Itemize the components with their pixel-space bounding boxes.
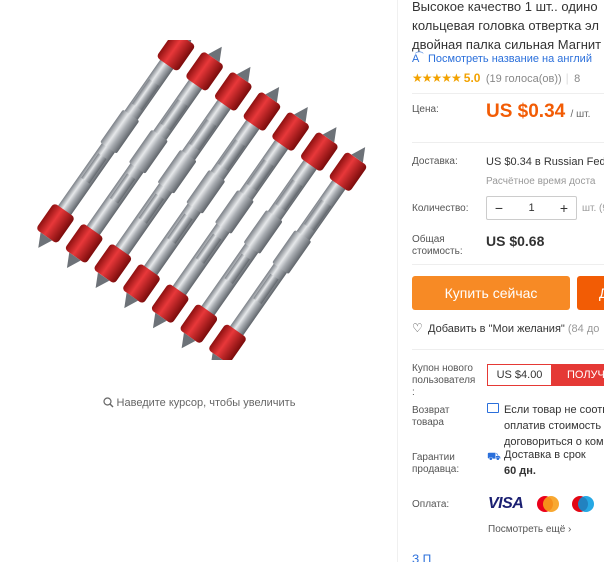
divider bbox=[412, 93, 604, 94]
shipping-value[interactable]: US $0.34 в Russian Fed bbox=[486, 156, 604, 168]
maestro-logo bbox=[572, 496, 594, 512]
return-label-line: Возврат bbox=[412, 405, 450, 416]
product-detail-pane: Высокое качество 1 шт.. одино кольцевая … bbox=[412, 0, 604, 562]
cutoff-section-text: З П bbox=[412, 552, 432, 562]
title-line: кольцевая головка отвертка эл bbox=[412, 18, 599, 33]
zoom-hint-text: Наведите курсор, чтобы увеличить bbox=[116, 397, 296, 409]
title-line: Высокое качество 1 шт.. одино bbox=[412, 0, 598, 14]
get-coupon-button[interactable]: ПОЛУЧ bbox=[551, 364, 604, 386]
rating-row: ★★★★★ 5.0 (19 голоса(ов)) | 8 bbox=[412, 71, 580, 85]
guarantee-label: Гарантии продавца: bbox=[412, 452, 482, 476]
return-label-line: товара bbox=[412, 417, 444, 428]
return-policy-text: Если товар не соотв оплатив стоимость с … bbox=[504, 402, 604, 450]
return-policy-line: Если товар не соотв bbox=[504, 404, 604, 416]
total-value: US $0.68 bbox=[486, 233, 545, 249]
divider bbox=[412, 142, 604, 143]
total-label-line: Общая bbox=[412, 234, 445, 245]
quantity-unit: шт. (9 bbox=[582, 203, 604, 214]
star-rating-icons: ★★★★★ bbox=[412, 71, 462, 85]
delivery-guarantee-icon: ⛟ bbox=[487, 451, 501, 463]
return-label: Возврат товара bbox=[412, 405, 482, 429]
heart-icon: ♡ bbox=[412, 321, 423, 335]
guarantee-label-line: Гарантии bbox=[412, 452, 455, 463]
translate-title-link[interactable]: A͡ Посмотреть название на англий bbox=[412, 53, 592, 65]
coupon-label-line: пользователя bbox=[412, 375, 476, 386]
shipping-estimate: Расчётное время доста bbox=[486, 176, 596, 187]
divider bbox=[412, 349, 604, 350]
quantity-increase-button[interactable]: + bbox=[552, 197, 576, 219]
magnifier-icon bbox=[102, 397, 114, 411]
coupon-amount: US $4.00 bbox=[487, 364, 551, 386]
payment-label: Оплата: bbox=[412, 499, 450, 510]
rating-votes-link[interactable]: (19 голоса(ов)) bbox=[486, 73, 562, 85]
orders-count: 8 bbox=[574, 73, 581, 85]
quantity-label: Количество: bbox=[412, 203, 469, 214]
pane-divider bbox=[397, 0, 398, 562]
divider bbox=[412, 264, 604, 265]
product-image[interactable] bbox=[0, 40, 398, 360]
shipping-price: US $0.34 bbox=[486, 156, 532, 168]
buy-now-button[interactable]: Купить сейчас bbox=[412, 276, 570, 310]
rating-separator: | bbox=[565, 71, 569, 85]
add-to-wishlist-link[interactable]: ♡ Добавить в "Мои желания" (84 до bbox=[412, 321, 599, 335]
title-line: двойная палка сильная Магнит bbox=[412, 37, 602, 52]
price-label: Цена: bbox=[412, 104, 439, 115]
rating-score: 5.0 bbox=[463, 71, 481, 85]
shipping-destination: в Russian Fed bbox=[531, 156, 604, 168]
translate-link-text: Посмотреть название на англий bbox=[428, 53, 592, 65]
price-amount: US $0.34 bbox=[486, 101, 566, 122]
coupon-label-line: Купон нового bbox=[412, 363, 473, 374]
guarantee-text: Доставка в срок bbox=[504, 449, 586, 461]
guarantee-days: 60 дн. bbox=[504, 465, 536, 477]
shipping-label: Доставка: bbox=[412, 156, 458, 167]
translate-icon: A͡ bbox=[412, 53, 420, 65]
wishlist-text: Добавить в "Мои желания" bbox=[428, 323, 565, 335]
guarantee-label-line: продавца: bbox=[412, 464, 460, 475]
zoom-hint: Наведите курсор, чтобы увеличить bbox=[0, 397, 398, 411]
return-policy-line: оплатив стоимость с bbox=[504, 420, 604, 432]
product-image-pane: Наведите курсор, чтобы увеличить bbox=[0, 0, 398, 562]
add-to-cart-button[interactable]: Д bbox=[577, 276, 604, 310]
price-unit: / шт. bbox=[570, 109, 591, 120]
wishlist-count: (84 до bbox=[567, 323, 600, 335]
coupon-label: Купон нового пользователя : bbox=[412, 363, 482, 399]
return-policy-line: договориться о ком bbox=[504, 436, 604, 448]
visa-logo: VISA bbox=[488, 495, 524, 512]
see-more-payments-link[interactable]: Посмотреть ещё › bbox=[488, 524, 571, 535]
price-value: US $0.34 / шт. bbox=[486, 101, 590, 123]
product-title: Высокое качество 1 шт.. одино кольцевая … bbox=[412, 0, 604, 54]
total-label: Общая стоимость: bbox=[412, 234, 463, 258]
quantity-input[interactable]: 1 bbox=[511, 197, 552, 219]
mastercard-logo bbox=[537, 496, 559, 512]
coupon-label-line: : bbox=[412, 387, 415, 398]
quantity-decrease-button[interactable]: − bbox=[487, 197, 511, 219]
return-policy-icon bbox=[487, 403, 499, 413]
total-label-line: стоимость: bbox=[412, 246, 463, 257]
quantity-stepper: − 1 + bbox=[486, 196, 577, 220]
